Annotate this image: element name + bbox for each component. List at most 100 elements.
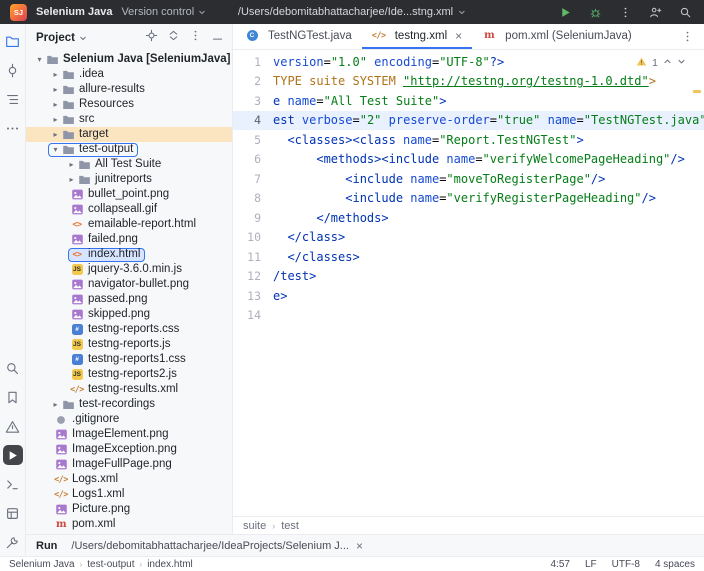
- more-icon[interactable]: [3, 118, 23, 138]
- line-number[interactable]: 3: [233, 94, 273, 108]
- line-number[interactable]: 1: [233, 55, 273, 69]
- nav-crumb-test-output[interactable]: test-output: [87, 559, 134, 570]
- run-title[interactable]: Run: [36, 540, 57, 552]
- tree-item-navigator-bullet-png[interactable]: navigator-bullet.png: [26, 277, 232, 292]
- line-number[interactable]: 8: [233, 191, 273, 205]
- terminal-icon[interactable]: [3, 474, 23, 494]
- project-panel-title[interactable]: Project: [36, 32, 75, 44]
- close-icon[interactable]: ×: [455, 30, 462, 42]
- code-line-14[interactable]: 14: [233, 306, 704, 326]
- tree-item-idea[interactable]: ▸.idea: [26, 67, 232, 82]
- chevron-right-icon[interactable]: ▸: [66, 175, 77, 184]
- prev-problem-icon[interactable]: [663, 57, 672, 69]
- tree-item-picture-png[interactable]: Picture.png: [26, 502, 232, 517]
- tree-item-testng-results-xml[interactable]: </>testng-results.xml: [26, 382, 232, 397]
- line-number[interactable]: 11: [233, 250, 273, 264]
- chevron-right-icon[interactable]: ▸: [50, 70, 61, 79]
- tree-item-imageelement-png[interactable]: ImageElement.png: [26, 427, 232, 442]
- line-number[interactable]: 14: [233, 308, 273, 322]
- tree-item-testng-reports2-js[interactable]: JStestng-reports2.js: [26, 367, 232, 382]
- close-icon[interactable]: ×: [356, 540, 363, 552]
- code-line-6[interactable]: 6 <methods><include name="verifyWelcomeP…: [233, 150, 704, 170]
- code-line-10[interactable]: 10 </class>: [233, 228, 704, 248]
- collapse-all-icon[interactable]: [167, 29, 180, 47]
- line-number[interactable]: 4: [233, 113, 273, 127]
- tree-item-jquery-3-6-0-min-js[interactable]: JSjquery-3.6.0.min.js: [26, 262, 232, 277]
- code-area[interactable]: 1 1version="1.0" encoding="UTF-8"?>2TYPE…: [233, 50, 704, 516]
- tree-item-imageexception-png[interactable]: ImageException.png: [26, 442, 232, 457]
- line-number[interactable]: 6: [233, 152, 273, 166]
- services-icon[interactable]: [3, 503, 23, 523]
- status-lf[interactable]: LF: [585, 559, 597, 570]
- commit-icon[interactable]: [3, 60, 23, 80]
- tab-testngtest-java[interactable]: CTestNGTest.java: [235, 24, 362, 49]
- more-icon[interactable]: [616, 3, 634, 21]
- tree-item-collapseall-gif[interactable]: collapseall.gif: [26, 202, 232, 217]
- line-number[interactable]: 12: [233, 269, 273, 283]
- breadcrumb-test[interactable]: test: [281, 520, 299, 532]
- code-line-5[interactable]: 5 <classes><class name="Report.TestNGTes…: [233, 130, 704, 150]
- line-number[interactable]: 5: [233, 133, 273, 147]
- app-logo[interactable]: SJ: [10, 4, 27, 21]
- chevron-right-icon[interactable]: ▸: [66, 160, 77, 169]
- chevron-right-icon[interactable]: ▸: [50, 115, 61, 124]
- tab-testng-xml[interactable]: </>testng.xml×: [362, 24, 472, 49]
- chevron-down-icon[interactable]: ▾: [34, 55, 45, 64]
- tree-item-test-output[interactable]: ▾test-output: [26, 142, 232, 157]
- breadcrumb-suite[interactable]: suite: [243, 520, 266, 532]
- chevron-right-icon[interactable]: ▸: [50, 100, 61, 109]
- code-line-7[interactable]: 7 <include name="moveToRegisterPage"/>: [233, 169, 704, 189]
- chevron-right-icon[interactable]: ▸: [50, 85, 61, 94]
- tree-item-resources[interactable]: ▸Resources: [26, 97, 232, 112]
- code-line-11[interactable]: 11 </classes>: [233, 247, 704, 267]
- run-tab[interactable]: /Users/debomitabhattacharjee/IdeaProject…: [71, 540, 363, 552]
- line-number[interactable]: 7: [233, 172, 273, 186]
- tree-item-allure-results[interactable]: ▸allure-results: [26, 82, 232, 97]
- tree-item-all-test-suite[interactable]: ▸All Test Suite: [26, 157, 232, 172]
- status-4-57[interactable]: 4:57: [550, 559, 569, 570]
- run-icon[interactable]: [3, 445, 23, 465]
- tree-item-junitreports[interactable]: ▸junitreports: [26, 172, 232, 187]
- more-icon[interactable]: [671, 24, 704, 49]
- status-utf-8[interactable]: UTF-8: [612, 559, 640, 570]
- tree-item-logs-xml[interactable]: </>Logs.xml: [26, 472, 232, 487]
- line-number[interactable]: 9: [233, 211, 273, 225]
- search-icon[interactable]: [676, 3, 694, 21]
- tree-item-testng-reports-css[interactable]: #testng-reports.css: [26, 322, 232, 337]
- tree-item-target[interactable]: ▸target: [26, 127, 232, 142]
- tree-item-bullet-point-png[interactable]: bullet_point.png: [26, 187, 232, 202]
- tree-item-test-recordings[interactable]: ▸test-recordings: [26, 397, 232, 412]
- tree-item-testng-reports-js[interactable]: JStestng-reports.js: [26, 337, 232, 352]
- project-menu[interactable]: Selenium Java: [36, 6, 112, 18]
- chevron-down-icon[interactable]: [79, 34, 87, 42]
- tree-item-pom-xml[interactable]: mpom.xml: [26, 517, 232, 532]
- run-icon[interactable]: [556, 3, 574, 21]
- find-icon[interactable]: [3, 358, 23, 378]
- locate-icon[interactable]: [145, 29, 158, 47]
- status-4-spaces[interactable]: 4 spaces: [655, 559, 695, 570]
- tree-item-selenium-java-seleniumjava[interactable]: ▾Selenium Java [SeleniumJava]~/IdeaProje: [26, 52, 232, 67]
- more-icon[interactable]: [189, 29, 202, 47]
- chevron-right-icon[interactable]: ▸: [50, 400, 61, 409]
- tree-item-emailable-report-html[interactable]: <>emailable-report.html: [26, 217, 232, 232]
- tab-pom-xml-seleniumjava[interactable]: mpom.xml (SeleniumJava): [472, 24, 642, 49]
- vcs-menu[interactable]: Version control: [121, 6, 206, 18]
- build-icon[interactable]: [3, 532, 23, 552]
- chevron-down-icon[interactable]: ▾: [50, 145, 61, 154]
- tree-item-index-html[interactable]: <>index.html: [26, 247, 232, 262]
- project-icon[interactable]: [3, 31, 23, 51]
- structure-icon[interactable]: [3, 89, 23, 109]
- code-line-4[interactable]: 4est verbose="2" preserve-order="true" n…: [233, 111, 704, 131]
- line-number[interactable]: 2: [233, 74, 273, 88]
- tree-item-skipped-png[interactable]: skipped.png: [26, 307, 232, 322]
- code-line-3[interactable]: 3e name="All Test Suite">: [233, 91, 704, 111]
- tree-item-logs1-xml[interactable]: </>Logs1.xml: [26, 487, 232, 502]
- line-number[interactable]: 13: [233, 289, 273, 303]
- code-line-13[interactable]: 13e>: [233, 286, 704, 306]
- hide-icon[interactable]: [211, 29, 224, 47]
- code-line-9[interactable]: 9 </methods>: [233, 208, 704, 228]
- code-line-8[interactable]: 8 <include name="verifyRegisterPageHeadi…: [233, 189, 704, 209]
- tree-item-gitignore[interactable]: .gitignore: [26, 412, 232, 427]
- line-number[interactable]: 10: [233, 230, 273, 244]
- tree-item-imagefullpage-png[interactable]: ImageFullPage.png: [26, 457, 232, 472]
